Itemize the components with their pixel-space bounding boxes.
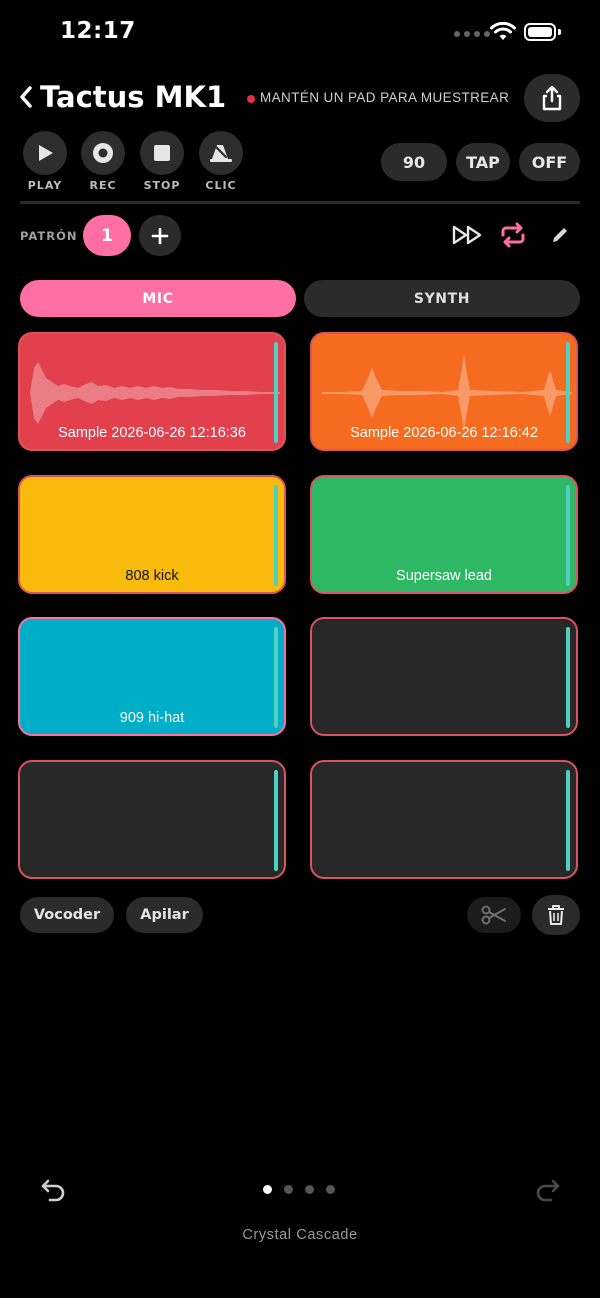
kit-name: Crystal Cascade — [242, 1227, 358, 1243]
cut-button[interactable] — [467, 897, 521, 933]
record-indicator-dot — [247, 95, 255, 103]
trash-icon — [548, 905, 564, 925]
record-button[interactable] — [81, 131, 125, 175]
pattern-label: PATRÓN — [20, 229, 78, 243]
record-icon — [93, 143, 113, 163]
fast-forward-icon[interactable] — [451, 224, 485, 246]
play-button[interactable] — [23, 131, 67, 175]
vocoder-button[interactable]: Vocoder — [20, 897, 114, 933]
tab-synth[interactable]: SYNTH — [304, 280, 580, 317]
pad-label: Sample 2026-06-26 12:16:36 — [58, 425, 246, 441]
pad-label: 909 hi-hat — [119, 710, 185, 726]
share-button[interactable] — [524, 74, 580, 122]
page-dot — [305, 1185, 314, 1194]
plus-icon — [151, 227, 169, 244]
metronome-icon — [210, 144, 232, 162]
tab-mic[interactable]: MIC — [20, 280, 296, 317]
pad-4[interactable]: Supersaw lead — [310, 475, 578, 594]
redo-icon[interactable] — [533, 1177, 561, 1203]
pad-1[interactable]: Sample 2026-06-26 12:16:36 — [18, 332, 286, 451]
transport-divider — [20, 201, 580, 204]
undo-icon[interactable] — [40, 1177, 68, 1203]
bpm-display[interactable]: 90 — [381, 143, 447, 181]
pad-label: Sample 2026-06-26 12:16:42 — [350, 425, 538, 441]
pattern-1-button[interactable]: 1 — [83, 215, 131, 256]
pad-level-bar — [566, 627, 570, 728]
wifi-icon — [490, 22, 516, 40]
pad-label: 808 kick — [125, 568, 179, 584]
pencil-icon[interactable] — [549, 224, 571, 246]
page-dot — [284, 1185, 293, 1194]
metronome-button[interactable] — [199, 131, 243, 175]
pad-level-bar — [566, 770, 570, 871]
battery-nub — [558, 29, 561, 35]
add-pattern-button[interactable] — [139, 215, 181, 256]
page-dot — [263, 1185, 272, 1194]
scissors-icon — [481, 905, 506, 925]
pad-8[interactable] — [310, 760, 578, 879]
page-dot — [326, 1185, 335, 1194]
off-button[interactable]: OFF — [519, 143, 580, 181]
pad-5[interactable]: 909 hi-hat — [18, 617, 286, 736]
status-time: 12:17 — [60, 18, 136, 44]
back-chevron-icon[interactable] — [18, 82, 34, 112]
share-icon — [542, 85, 562, 111]
sampling-hint: MANTÉN UN PAD PARA MUESTREAR — [260, 90, 510, 105]
pad-6[interactable] — [310, 617, 578, 736]
page-indicator — [263, 1185, 335, 1194]
play-icon — [39, 145, 53, 161]
stop-icon — [154, 145, 170, 161]
pad-3[interactable]: 808 kick — [18, 475, 286, 594]
page-title: Tactus MK1 — [40, 80, 227, 114]
play-label: PLAY — [27, 179, 63, 192]
tap-tempo-button[interactable]: TAP — [456, 143, 510, 181]
delete-button[interactable] — [532, 895, 580, 935]
stop-label: STOP — [143, 179, 181, 192]
signal-icon — [454, 31, 490, 37]
loop-icon[interactable] — [499, 222, 527, 248]
stop-button[interactable] — [140, 131, 184, 175]
click-label: CLIC — [205, 179, 237, 192]
battery-icon — [524, 23, 556, 41]
pad-7[interactable] — [18, 760, 286, 879]
pad-level-bar — [274, 770, 278, 871]
pad-2[interactable]: Sample 2026-06-26 12:16:42 — [310, 332, 578, 451]
pad-label: Supersaw lead — [396, 568, 492, 584]
record-label: REC — [89, 179, 117, 192]
stack-button[interactable]: Apilar — [126, 897, 203, 933]
